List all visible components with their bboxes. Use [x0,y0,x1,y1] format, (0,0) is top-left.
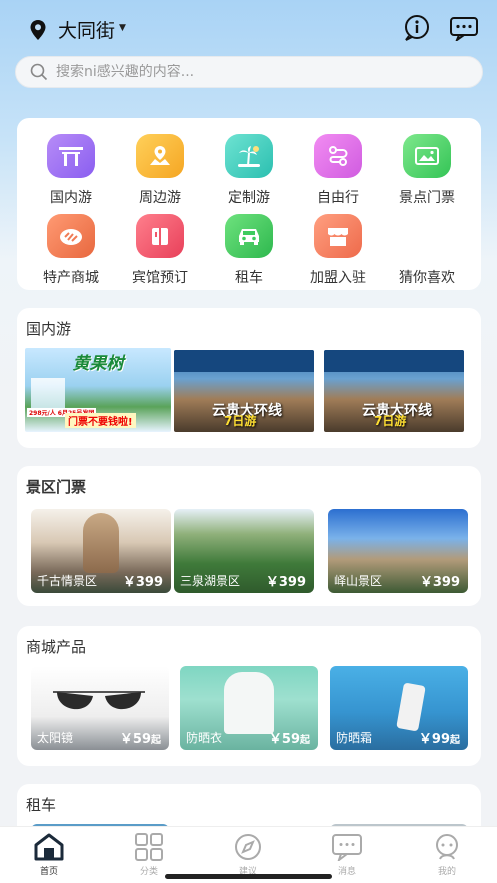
category-label: 景点门票 [399,190,455,206]
caret-down-icon: ▼ [119,22,126,33]
domestic-tour-section: 国内游 黄果树 298元/人 6月25号发团 门票不要钱啦! 云贵大环线 7日游… [17,308,481,448]
ticket-item-2[interactable]: 三泉湖景区 ￥399 [174,509,314,593]
ticket-price: ￥399 [122,575,163,590]
category-label: 国内游 [50,190,92,206]
route-icon [314,134,362,178]
gate-icon [47,134,95,178]
product-name: 防晒霜 [336,731,373,745]
store-icon [314,214,362,258]
category-nearby-tour[interactable]: 周边游 [112,134,208,207]
product-price: ￥99起 [418,732,460,747]
product-price: ￥59起 [119,732,161,747]
domestic-banner-1[interactable]: 黄果树 298元/人 6月25号发团 门票不要钱啦! [25,348,171,432]
nav-label: 分类 [139,867,158,877]
ticket-item-3[interactable]: 峄山景区 ￥399 [328,509,468,593]
nav-label: 我的 [437,867,456,877]
product-price: ￥59起 [268,732,310,747]
category-label: 租车 [235,270,263,286]
profile-icon [436,834,458,860]
location-selector[interactable]: 大同街 ▼ [28,16,126,43]
header: 大同街 ▼ [0,0,497,56]
section-title: 国内游 [26,320,72,338]
nav-suggestion[interactable]: 建议 [218,833,278,877]
banner-caption: 门票不要钱啦! [65,413,136,428]
palm-tree-icon [225,134,273,178]
info-icon[interactable] [402,14,432,42]
mall-item-1[interactable]: 太阳镜 ￥59起 [31,666,169,750]
product-name: 太阳镜 [37,731,74,745]
search-icon [30,63,48,81]
location-pin-icon [30,19,46,40]
nav-label: 首页 [39,867,58,877]
category-label: 自由行 [317,190,359,206]
ticket-name: 三泉湖景区 [180,574,241,588]
home-icon [34,833,64,861]
category-label: 周边游 [139,190,181,206]
grid-icon [135,833,163,861]
ticket-price: ￥399 [265,575,306,590]
nav-category[interactable]: 分类 [119,833,179,877]
section-title: 景区门票 [26,478,87,496]
nav-messages[interactable]: 消息 [317,833,377,877]
nav-profile[interactable]: 我的 [417,833,477,877]
domestic-banner-2[interactable]: 云贵大环线 7日游 [174,350,314,432]
shop-icon [47,214,95,258]
section-title: 租车 [26,796,57,814]
car-icon [225,214,273,258]
category-hotel-booking[interactable]: 宾馆预订 [112,214,208,287]
nav-label: 消息 [337,867,356,877]
compass-icon [235,834,261,860]
search-input[interactable] [56,64,436,80]
category-join-merchant[interactable]: 加盟入驻 [290,214,386,287]
category-custom-tour[interactable]: 定制游 [201,134,297,207]
category-label: 特产商城 [43,270,99,286]
category-guess-you-like[interactable]: 猜你喜欢 [379,214,475,287]
category-free-travel[interactable]: 自由行 [290,134,386,207]
category-grid: 国内游 周边游 定制游 自由行 景点门票 特产商城 宾馆预订 租车 加盟入驻 猜… [17,118,481,290]
ticket-name: 峄山景区 [334,574,383,588]
hotel-icon [136,214,184,258]
home-indicator [165,874,332,879]
location-label: 大同街 [58,20,116,42]
blank-icon [403,214,451,258]
banner-caption: 7日游 [374,414,407,428]
ticket-item-1[interactable]: 千古情景区 ￥399 [31,509,171,593]
category-domestic-tour[interactable]: 国内游 [23,134,119,207]
chat-icon[interactable] [449,14,479,42]
category-attraction-tickets[interactable]: 景点门票 [379,134,475,207]
mall-section: 商城产品 太阳镜 ￥59起 防晒衣 ￥59起 防晒霜 ￥99起 [17,626,481,766]
category-car-rental[interactable]: 租车 [201,214,297,287]
category-specialty-mall[interactable]: 特产商城 [23,214,119,287]
domestic-banner-3[interactable]: 云贵大环线 7日游 [324,350,464,432]
category-label: 定制游 [228,190,270,206]
banner-caption: 7日游 [224,414,257,428]
ticket-icon [403,134,451,178]
category-label: 加盟入驻 [310,270,366,286]
nav-home[interactable]: 首页 [19,833,79,877]
ticket-price: ￥399 [419,575,460,590]
banner-title: 黄果树 [72,353,124,374]
search-bar[interactable] [15,56,483,88]
product-name: 防晒衣 [186,731,223,745]
mall-item-3[interactable]: 防晒霜 ￥99起 [330,666,468,750]
category-label: 宾馆预订 [132,270,188,286]
ticket-name: 千古情景区 [37,574,98,588]
mall-item-2[interactable]: 防晒衣 ￥59起 [180,666,318,750]
map-pin-icon [136,134,184,178]
message-icon [332,834,362,861]
ticket-section: 景区门票 千古情景区 ￥399 三泉湖景区 ￥399 峄山景区 ￥399 [17,466,481,606]
section-title: 商城产品 [26,638,87,656]
category-label: 猜你喜欢 [399,270,455,286]
